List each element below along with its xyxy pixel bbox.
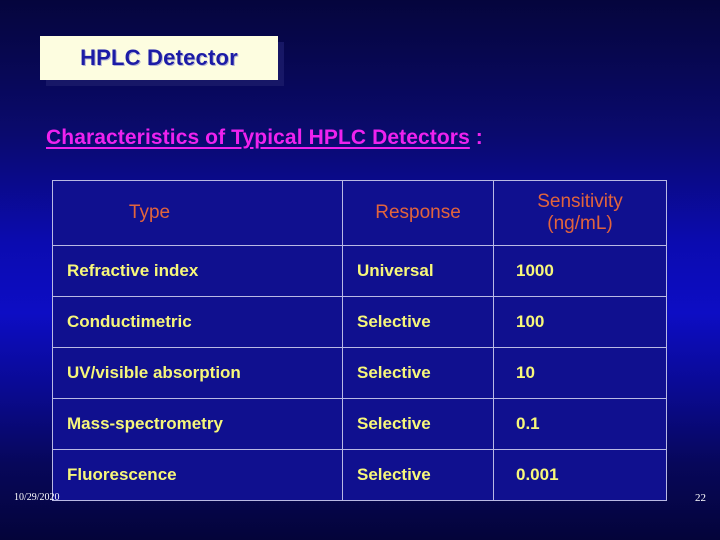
table-body: Refractive index Universal 1000 Conducti… — [52, 245, 667, 501]
column-header-type: Type — [52, 180, 343, 246]
cell-type: Refractive index — [52, 245, 343, 297]
table-row: Mass-spectrometry Selective 0.1 — [52, 398, 667, 450]
title-box: HPLC Detector — [40, 36, 278, 80]
column-header-sensitivity-line1: Sensitivity — [537, 190, 623, 212]
cell-type: UV/visible absorption — [52, 347, 343, 399]
column-header-sensitivity: Sensitivity (ng/mL) — [493, 180, 667, 246]
section-heading: Characteristics of Typical HPLC Detector… — [46, 126, 483, 150]
table-row: UV/visible absorption Selective 10 — [52, 347, 667, 399]
section-heading-underlined: Characteristics of Typical HPLC Detector… — [46, 126, 470, 149]
cell-sensitivity: 0.001 — [493, 449, 667, 501]
column-header-sensitivity-line2: (ng/mL) — [547, 213, 613, 234]
page-title: HPLC Detector — [80, 45, 238, 70]
cell-response: Universal — [342, 245, 494, 297]
cell-type: Conductimetric — [52, 296, 343, 348]
cell-response: Selective — [342, 398, 494, 450]
cell-sensitivity: 0.1 — [493, 398, 667, 450]
footer-date: 10/29/2020 — [14, 492, 60, 503]
column-header-response: Response — [342, 180, 494, 246]
footer-page-number: 22 — [695, 492, 706, 504]
table-header: Type Response Sensitivity (ng/mL) — [52, 180, 667, 246]
table-header-row: Type Response Sensitivity (ng/mL) — [52, 180, 667, 246]
table-row: Fluorescence Selective 0.001 — [52, 449, 667, 501]
cell-sensitivity: 1000 — [493, 245, 667, 297]
slide-canvas: HPLC Detector Characteristics of Typical… — [0, 0, 720, 540]
cell-sensitivity: 100 — [493, 296, 667, 348]
cell-type: Fluorescence — [52, 449, 343, 501]
cell-type: Mass-spectrometry — [52, 398, 343, 450]
cell-response: Selective — [342, 347, 494, 399]
cell-response: Selective — [342, 449, 494, 501]
detector-characteristics-table: Type Response Sensitivity (ng/mL) Refrac… — [52, 180, 667, 501]
cell-sensitivity: 10 — [493, 347, 667, 399]
cell-response: Selective — [342, 296, 494, 348]
table-row: Refractive index Universal 1000 — [52, 245, 667, 297]
section-heading-colon: : — [469, 126, 483, 149]
table-row: Conductimetric Selective 100 — [52, 296, 667, 348]
